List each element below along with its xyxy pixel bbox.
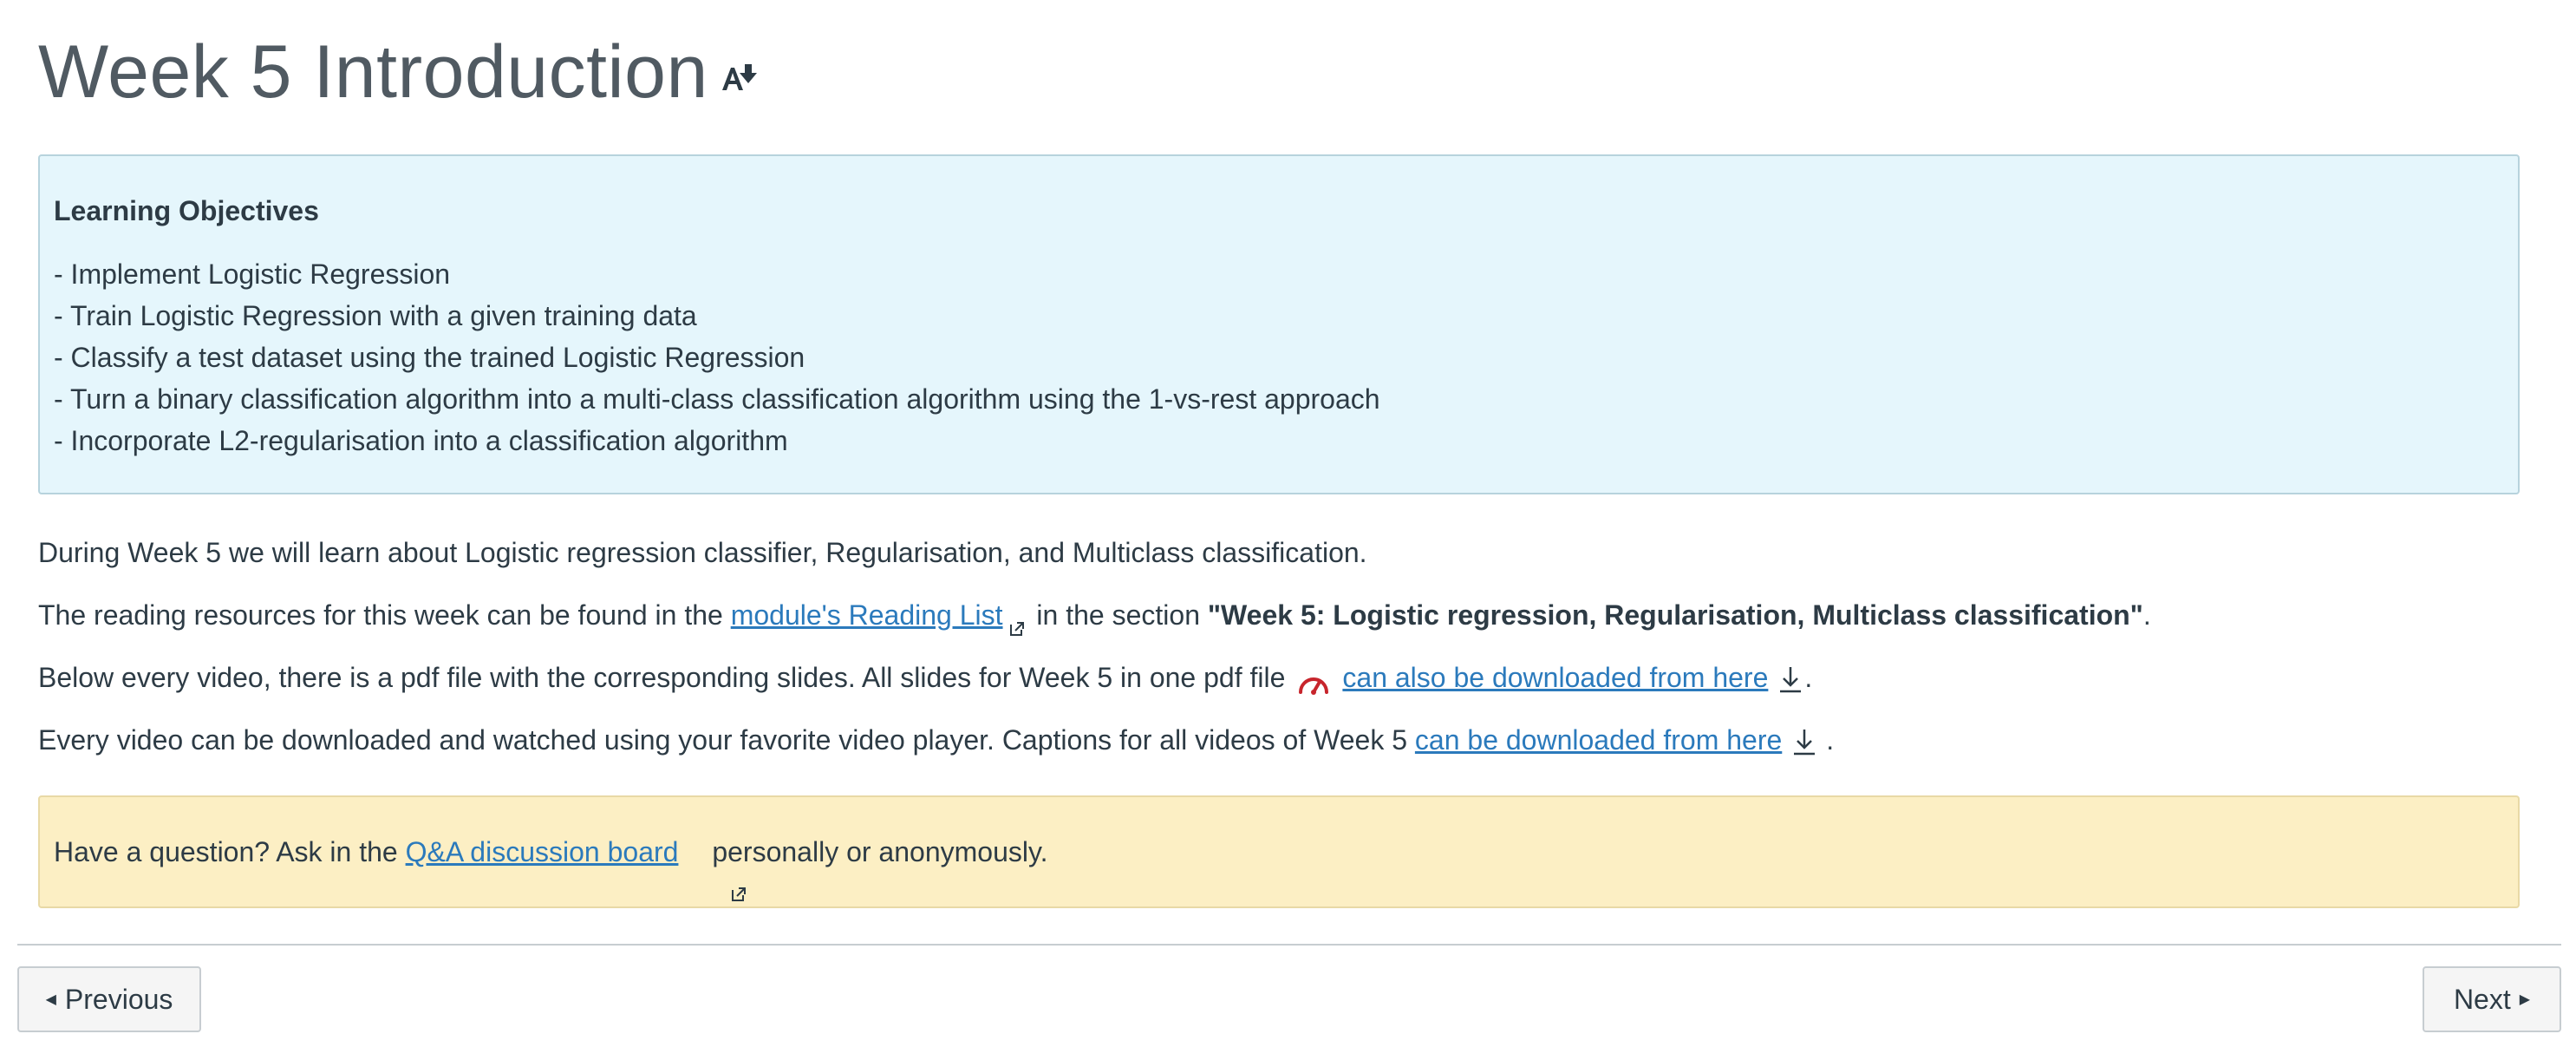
- intro-paragraph: During Week 5 we will learn about Logist…: [38, 533, 1367, 572]
- slides-text-after: .: [1804, 662, 1813, 693]
- question-callout: Have a question? Ask in the Q&A discussi…: [38, 795, 2520, 908]
- learning-objectives-box: Learning Objectives - Implement Logistic…: [38, 154, 2520, 494]
- immersive-reader-icon[interactable]: [721, 61, 760, 95]
- caret-right-icon: ▶: [2519, 992, 2531, 1007]
- download-icon[interactable]: [1777, 664, 1804, 695]
- next-label: Next: [2453, 983, 2511, 1015]
- captions-text-before: Every video can be downloaded and watche…: [38, 724, 1415, 756]
- reading-text-middle: in the section: [1028, 599, 1208, 631]
- reading-list-paragraph: The reading resources for this week can …: [38, 596, 2151, 636]
- slides-text-before: Below every video, there is a pdf file w…: [38, 662, 1286, 693]
- qa-discussion-link[interactable]: Q&A discussion board: [406, 836, 679, 868]
- next-button[interactable]: Next ▶: [2423, 966, 2561, 1032]
- objective-item: - Incorporate L2-regularisation into a c…: [54, 425, 788, 457]
- captions-text-after: .: [1818, 724, 1835, 756]
- previous-button[interactable]: ◀ Previous: [17, 966, 201, 1032]
- reading-text-before: The reading resources for this week can …: [38, 599, 731, 631]
- objective-item: - Train Logistic Regression with a given…: [54, 300, 697, 332]
- learning-objectives-list: - Implement Logistic Regression - Train …: [54, 253, 2504, 461]
- footer-divider: [17, 944, 2561, 946]
- intro-text: During Week 5 we will learn about Logist…: [38, 537, 1367, 568]
- objective-item: - Turn a binary classification algorithm…: [54, 383, 1380, 416]
- objective-item: - Implement Logistic Regression: [54, 258, 451, 291]
- caret-left-icon: ◀: [45, 992, 56, 1007]
- question-text-before: Have a question? Ask in the: [54, 835, 406, 867]
- slides-paragraph: Below every video, there is a pdf file w…: [38, 658, 1812, 697]
- slides-download-link[interactable]: can also be downloaded from here: [1342, 658, 1768, 697]
- download-icon[interactable]: [1790, 726, 1818, 757]
- question-text-after: personally or anonymously.: [704, 835, 1048, 867]
- captions-paragraph: Every video can be downloaded and watche…: [38, 721, 1834, 759]
- external-link-icon: [683, 846, 746, 901]
- objective-item: - Classify a test dataset using the trai…: [54, 342, 805, 374]
- title-row: Week 5 Introduction: [38, 24, 760, 120]
- previous-label: Previous: [64, 983, 173, 1015]
- reading-section-name: "Week 5: Logistic regression, Regularisa…: [1207, 599, 2143, 631]
- external-link-icon: [1008, 609, 1026, 636]
- reading-list-link[interactable]: module's Reading List: [731, 596, 1003, 634]
- pdf-preview-icon[interactable]: [1297, 667, 1330, 695]
- captions-download-link[interactable]: can be downloaded from here: [1415, 721, 1782, 759]
- page-title: Week 5 Introduction: [38, 30, 708, 114]
- learning-objectives-heading: Learning Objectives: [54, 195, 319, 226]
- reading-text-after: .: [2142, 599, 2151, 631]
